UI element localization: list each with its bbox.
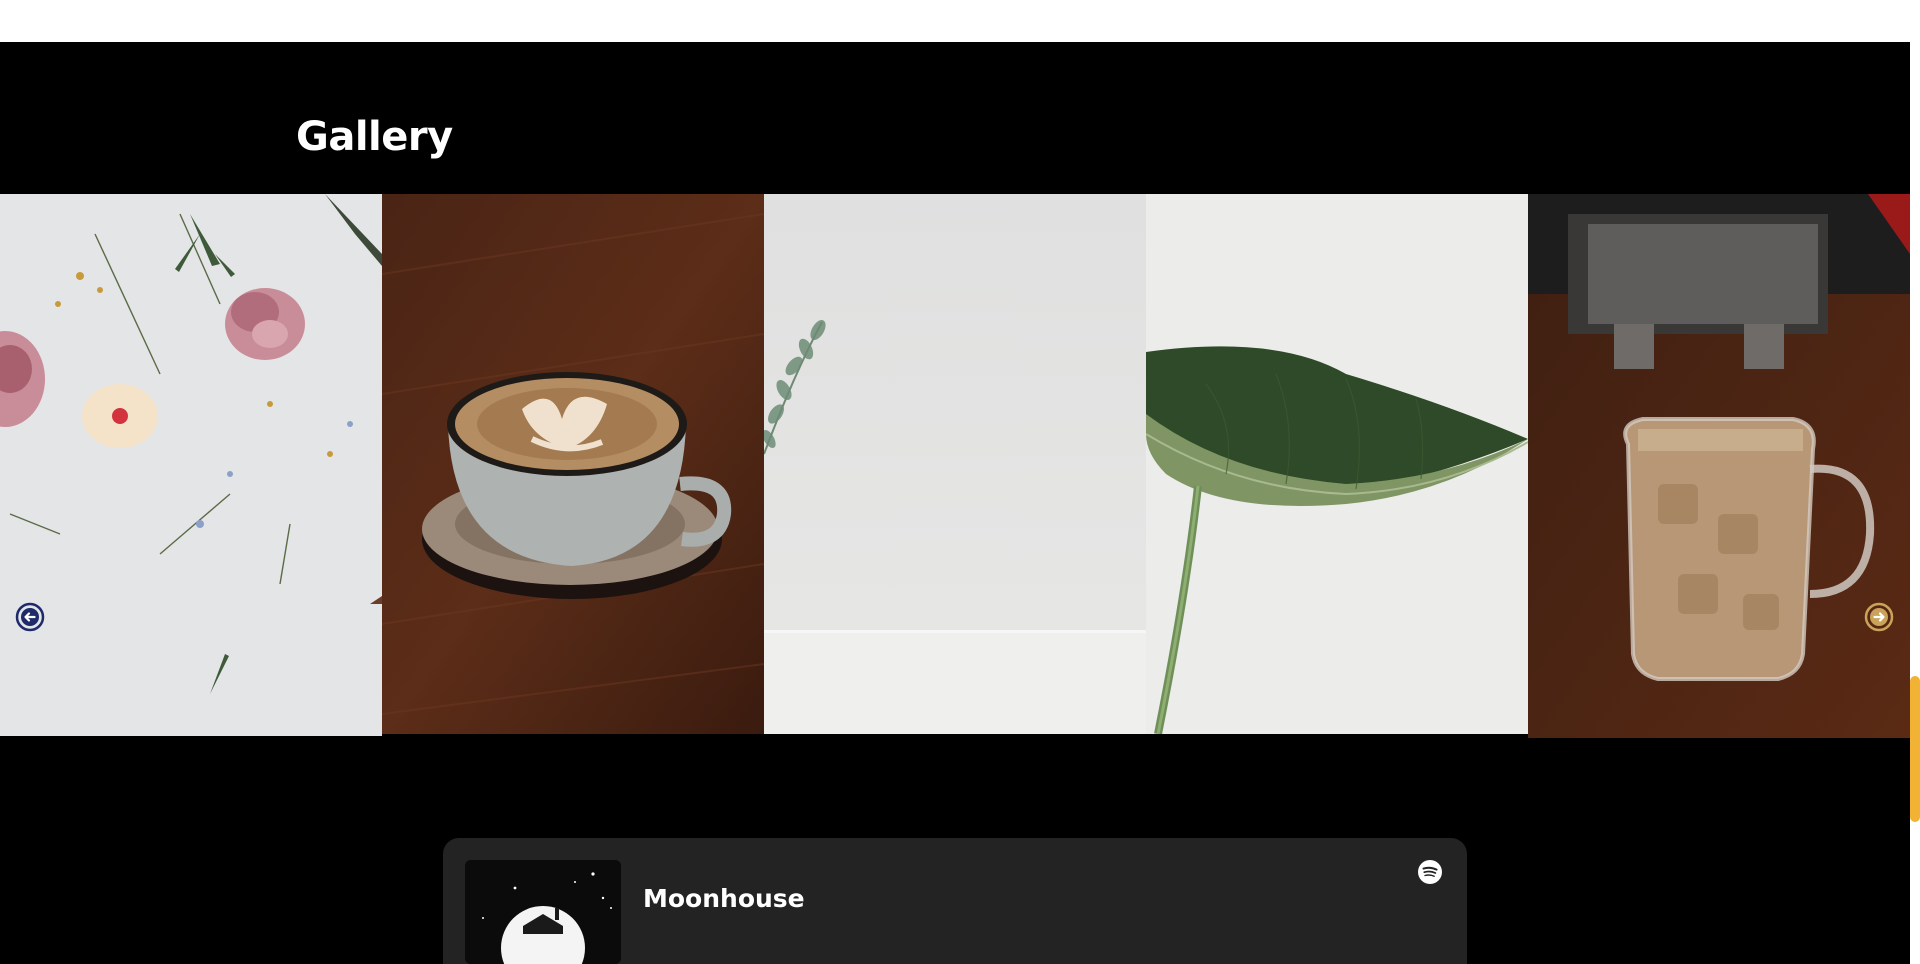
arrow-right-icon: [1864, 602, 1894, 632]
spotify-player[interactable]: Moonhouse: [443, 838, 1467, 964]
gallery-prev-button[interactable]: [15, 602, 45, 632]
latte-art-cup-photo[interactable]: [382, 194, 764, 734]
arrow-left-icon: [15, 602, 45, 632]
pressed-flowers-photo[interactable]: [0, 194, 382, 736]
gallery-title: Gallery: [296, 114, 453, 160]
spotify-icon[interactable]: [1418, 860, 1442, 884]
top-strip: [0, 0, 1910, 42]
eucalyptus-sprig-photo[interactable]: [764, 194, 1146, 734]
album-cover[interactable]: [465, 860, 621, 964]
gallery-section: Gallery: [0, 42, 1910, 964]
scrollbar-thumb[interactable]: [1910, 676, 1920, 822]
gallery-next-button[interactable]: [1864, 602, 1894, 632]
page: Gallery Moonhouse: [0, 0, 1920, 964]
iced-coffee-mug-photo[interactable]: [1528, 194, 1910, 738]
gallery-carousel[interactable]: [0, 194, 1910, 738]
green-leaf-photo[interactable]: [1146, 194, 1528, 734]
track-title[interactable]: Moonhouse: [643, 884, 805, 913]
